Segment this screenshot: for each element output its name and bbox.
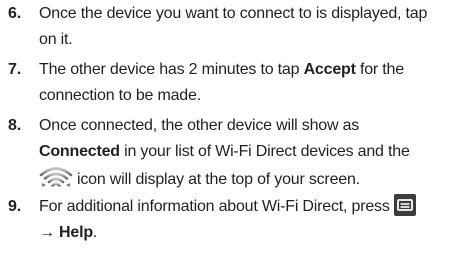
step-line: icon will display at the top of your scr… bbox=[39, 165, 469, 191]
step-line: Connected in your list of Wi-Fi Direct d… bbox=[39, 139, 469, 165]
menu-key-icon bbox=[393, 194, 416, 216]
step-number: 9. bbox=[8, 198, 21, 215]
step-text: The other device has 2 minutes to tap Ac… bbox=[39, 57, 469, 109]
connected-label: Connected bbox=[39, 143, 120, 160]
step-text: Once the device you want to connect to i… bbox=[39, 1, 469, 53]
text-run: The other device has 2 minutes to tap bbox=[39, 61, 304, 78]
step-text: For additional information about Wi-Fi D… bbox=[39, 194, 469, 246]
text-run: in your list of Wi-Fi Direct devices and… bbox=[119, 143, 410, 160]
help-path-label: → Help bbox=[39, 224, 93, 241]
instruction-document: 6. Once the device you want to connect t… bbox=[0, 0, 472, 268]
step-line: → Help. bbox=[39, 220, 469, 246]
step-text: Once connected, the other device will sh… bbox=[39, 113, 469, 191]
step-line: The other device has 2 minutes to tap Ac… bbox=[39, 57, 469, 83]
text-run: . bbox=[92, 224, 98, 241]
step-line: Once connected, the other device will sh… bbox=[39, 117, 360, 134]
step-number: 7. bbox=[8, 61, 21, 78]
step-line: Once the device you want to connect to i… bbox=[39, 5, 428, 22]
step-line: For additional information about Wi-Fi D… bbox=[39, 194, 469, 220]
text-run: For additional information about Wi-Fi D… bbox=[39, 198, 390, 215]
accept-label: Accept bbox=[303, 61, 356, 78]
text-run: for the bbox=[355, 61, 404, 78]
wifi-direct-icon bbox=[39, 167, 73, 187]
step-number: 6. bbox=[8, 5, 21, 22]
step-number: 8. bbox=[8, 117, 21, 134]
step-line: on it. bbox=[39, 31, 73, 48]
step-line: connection to be made. bbox=[39, 87, 201, 104]
text-run: icon will display at the top of your scr… bbox=[77, 171, 360, 188]
